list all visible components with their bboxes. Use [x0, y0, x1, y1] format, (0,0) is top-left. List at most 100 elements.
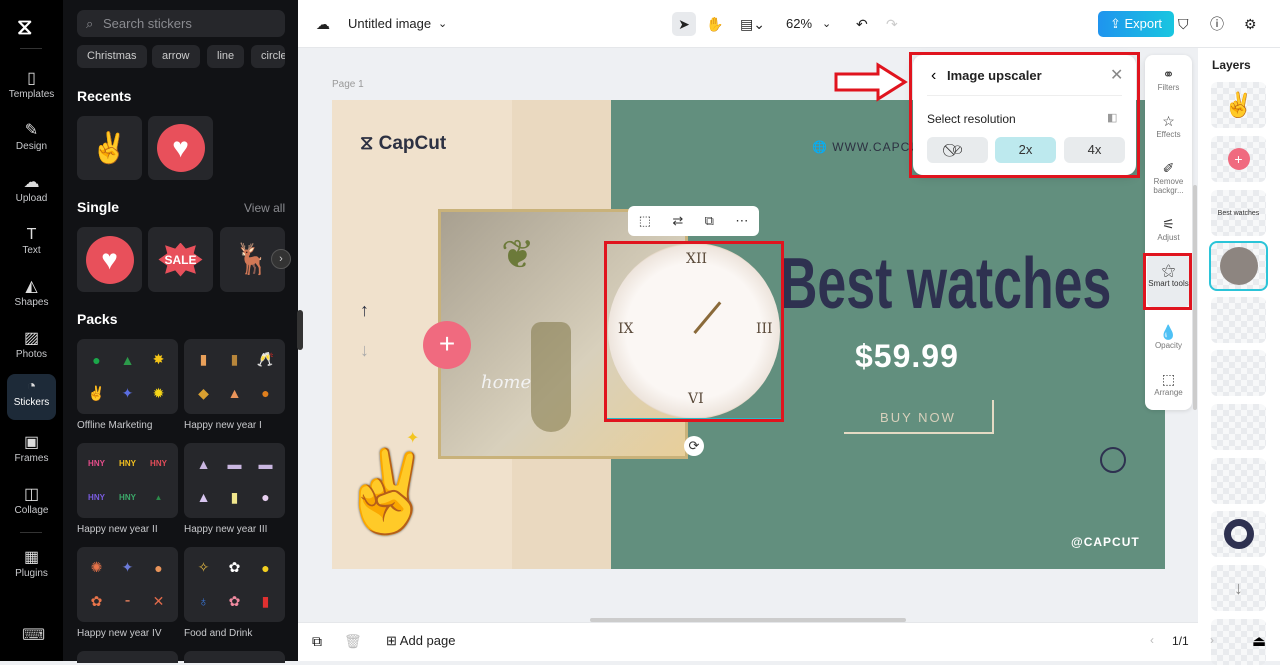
panel-collapse-handle[interactable] [297, 310, 303, 350]
sticker-heart[interactable]: ♥ [77, 227, 142, 292]
scrollbar[interactable] [1193, 185, 1197, 410]
effects-tool[interactable]: ☆ Effects [1147, 112, 1190, 139]
globe-icon: 🌐 [812, 140, 833, 154]
rail-templates[interactable]: ▯ Templates [7, 66, 56, 112]
top-bar: ☁ Untitled image ⌄ ➤ ✋ ▤⌄ 62% ⌄ ↶ ↷ ⇪ Ex… [298, 0, 1280, 48]
heart-icon: ♥ [85, 235, 134, 284]
zoom-level[interactable]: 62% [786, 12, 812, 36]
add-page-icon: ⊞ [386, 633, 400, 648]
pack-offline-marketing[interactable]: ● ▲ ✸ ✌ ✦ ✹ [77, 339, 178, 414]
opacity-tool[interactable]: 💧 Opacity [1147, 323, 1190, 350]
layer-shape[interactable] [1211, 350, 1266, 396]
tool-label: Filters [1157, 83, 1180, 92]
select-tool-button[interactable]: ➤ [672, 12, 696, 36]
hand-tool-button[interactable]: ✋ [706, 12, 723, 36]
templates-icon: ▯ [27, 70, 36, 87]
vase-shape [531, 322, 571, 432]
rail-stickers[interactable]: ◔ Stickers [7, 374, 56, 420]
sticker-peace-hand[interactable]: ✌ [77, 116, 142, 180]
pack-happy-new-year-4[interactable]: ✺ ✦ ● ✿ ⁃ ✕ [77, 547, 178, 622]
sticker-sale[interactable]: SALE [148, 227, 213, 292]
layer-arrow[interactable]: ↓ [1211, 565, 1266, 611]
price-text[interactable]: $59.99 [855, 338, 959, 375]
pack-tile[interactable] [77, 651, 178, 663]
adjust-tool[interactable]: ⚟ Adjust [1147, 215, 1190, 242]
export-button[interactable]: ⇪ Export [1098, 11, 1174, 37]
layout-icon[interactable]: ▤⌄ [740, 12, 765, 36]
tool-label: Remove backgr... [1153, 177, 1184, 195]
chip-line[interactable]: line [207, 45, 245, 68]
help-icon[interactable]: ⓘ [1210, 12, 1224, 36]
chip-circle[interactable]: circle [251, 45, 285, 68]
scroll-right-button[interactable]: › [271, 249, 291, 269]
headline[interactable]: Best watches [780, 243, 1111, 325]
rail-design[interactable]: ✎ Design [7, 118, 56, 164]
horizontal-scrollbar[interactable] [590, 618, 906, 622]
chip-arrow[interactable]: arrow [152, 45, 200, 68]
pack-happy-new-year-1[interactable]: ▮ ▮ 🥂 ◆ ▲ ● [184, 339, 285, 414]
chevron-down-icon[interactable]: ⌄ [438, 12, 447, 36]
remove-background-tool[interactable]: ✐ Remove backgr... [1147, 159, 1190, 195]
effects-icon: ☆ [1162, 113, 1175, 129]
pack-label: Happy new year II [77, 524, 158, 535]
arrow-up-icon: ↑ [360, 300, 369, 320]
undo-button[interactable]: ↶ [856, 12, 868, 36]
capcut-logo[interactable]: ⧖ [17, 14, 32, 40]
rail-label: Frames [14, 453, 49, 464]
next-page-icon[interactable]: › [1210, 633, 1214, 647]
prev-page-icon[interactable]: ‹ [1150, 633, 1154, 647]
rail-plugins[interactable]: ▦ Plugins [7, 545, 56, 591]
page-count: 1/1 [1172, 634, 1189, 648]
rail-shapes[interactable]: ◭ Shapes [7, 274, 56, 320]
keyboard-shortcuts-icon[interactable]: ⌨ [22, 625, 45, 645]
sticker-heart[interactable]: ♥ [148, 116, 213, 180]
settings-gear-icon[interactable]: ⚙ [1244, 12, 1257, 36]
more-options-icon[interactable]: ⋯ [735, 213, 748, 229]
peace-hand-sticker[interactable]: ✌ [337, 445, 437, 539]
upload-icon: ☁ [23, 174, 40, 191]
tool-label: Effects [1156, 130, 1181, 139]
layer-plus-sticker[interactable]: + [1211, 136, 1266, 182]
zoom-chevron-icon[interactable]: ⌄ [822, 12, 831, 36]
add-page-button[interactable]: ⊞ Add page [386, 633, 455, 649]
pack-food-and-drink[interactable]: ✧ ✿ ● ♁ ✿ ▮ [184, 547, 285, 622]
layer-shape[interactable] [1211, 458, 1266, 504]
crop-icon[interactable]: ⬚ [639, 213, 651, 229]
script-text: home [481, 372, 532, 393]
document-title[interactable]: Untitled image [348, 12, 431, 36]
arrange-tool[interactable]: ⬚ Arrange [1147, 370, 1190, 397]
rail-collage[interactable]: ◫ Collage [7, 482, 56, 528]
rotate-handle-icon[interactable]: ⟳ [684, 436, 704, 456]
arrange-icon: ⬚ [1161, 371, 1176, 387]
layer-clock-selected[interactable] [1209, 241, 1268, 291]
redo-button[interactable]: ↷ [886, 12, 898, 36]
rail-upload[interactable]: ☁ Upload [7, 170, 56, 216]
rail-frames[interactable]: ▣ Frames [7, 430, 56, 476]
chip-christmas[interactable]: Christmas [77, 45, 147, 68]
cloud-save-icon[interactable]: ☁ [316, 12, 330, 36]
pack-tile[interactable] [184, 651, 285, 663]
duplicate-page-icon[interactable]: ⧉ [312, 633, 322, 650]
filters-tool[interactable]: ⚭ Filters [1147, 65, 1190, 92]
plus-sticker[interactable]: + [423, 321, 471, 369]
pack-happy-new-year-2[interactable]: HNY HNY HNY HNY HNY ▲ [77, 443, 178, 518]
layer-shape[interactable] [1211, 404, 1266, 450]
pages-panel-icon[interactable]: ⏏ [1252, 632, 1266, 650]
search-input[interactable]: ⌕ Search stickers [77, 10, 285, 37]
view-all-link[interactable]: View all [244, 201, 285, 215]
rail-photos[interactable]: ▨ Photos [7, 326, 56, 372]
rail-text[interactable]: T Text [7, 222, 56, 268]
layer-peace-hand[interactable]: ✌ [1211, 82, 1266, 128]
layer-shape[interactable] [1211, 297, 1266, 343]
delete-page-icon[interactable]: 🗑 [344, 633, 362, 650]
duplicate-icon[interactable]: ⧉ [705, 213, 714, 229]
buy-now-button[interactable]: BUY NOW [844, 400, 994, 434]
pack-happy-new-year-3[interactable]: ▲ ▬ ▬ ▲ ▮ ● [184, 443, 285, 518]
layer-circle[interactable] [1211, 511, 1266, 557]
shield-icon[interactable]: ⛉ [1178, 12, 1189, 36]
replace-icon[interactable]: ⇄ [672, 213, 683, 229]
plugins-icon: ▦ [23, 549, 40, 566]
search-icon: ⌕ [86, 16, 94, 31]
tulip-leaves: ❦ [501, 233, 535, 277]
layer-headline[interactable]: Best watches [1211, 190, 1266, 236]
